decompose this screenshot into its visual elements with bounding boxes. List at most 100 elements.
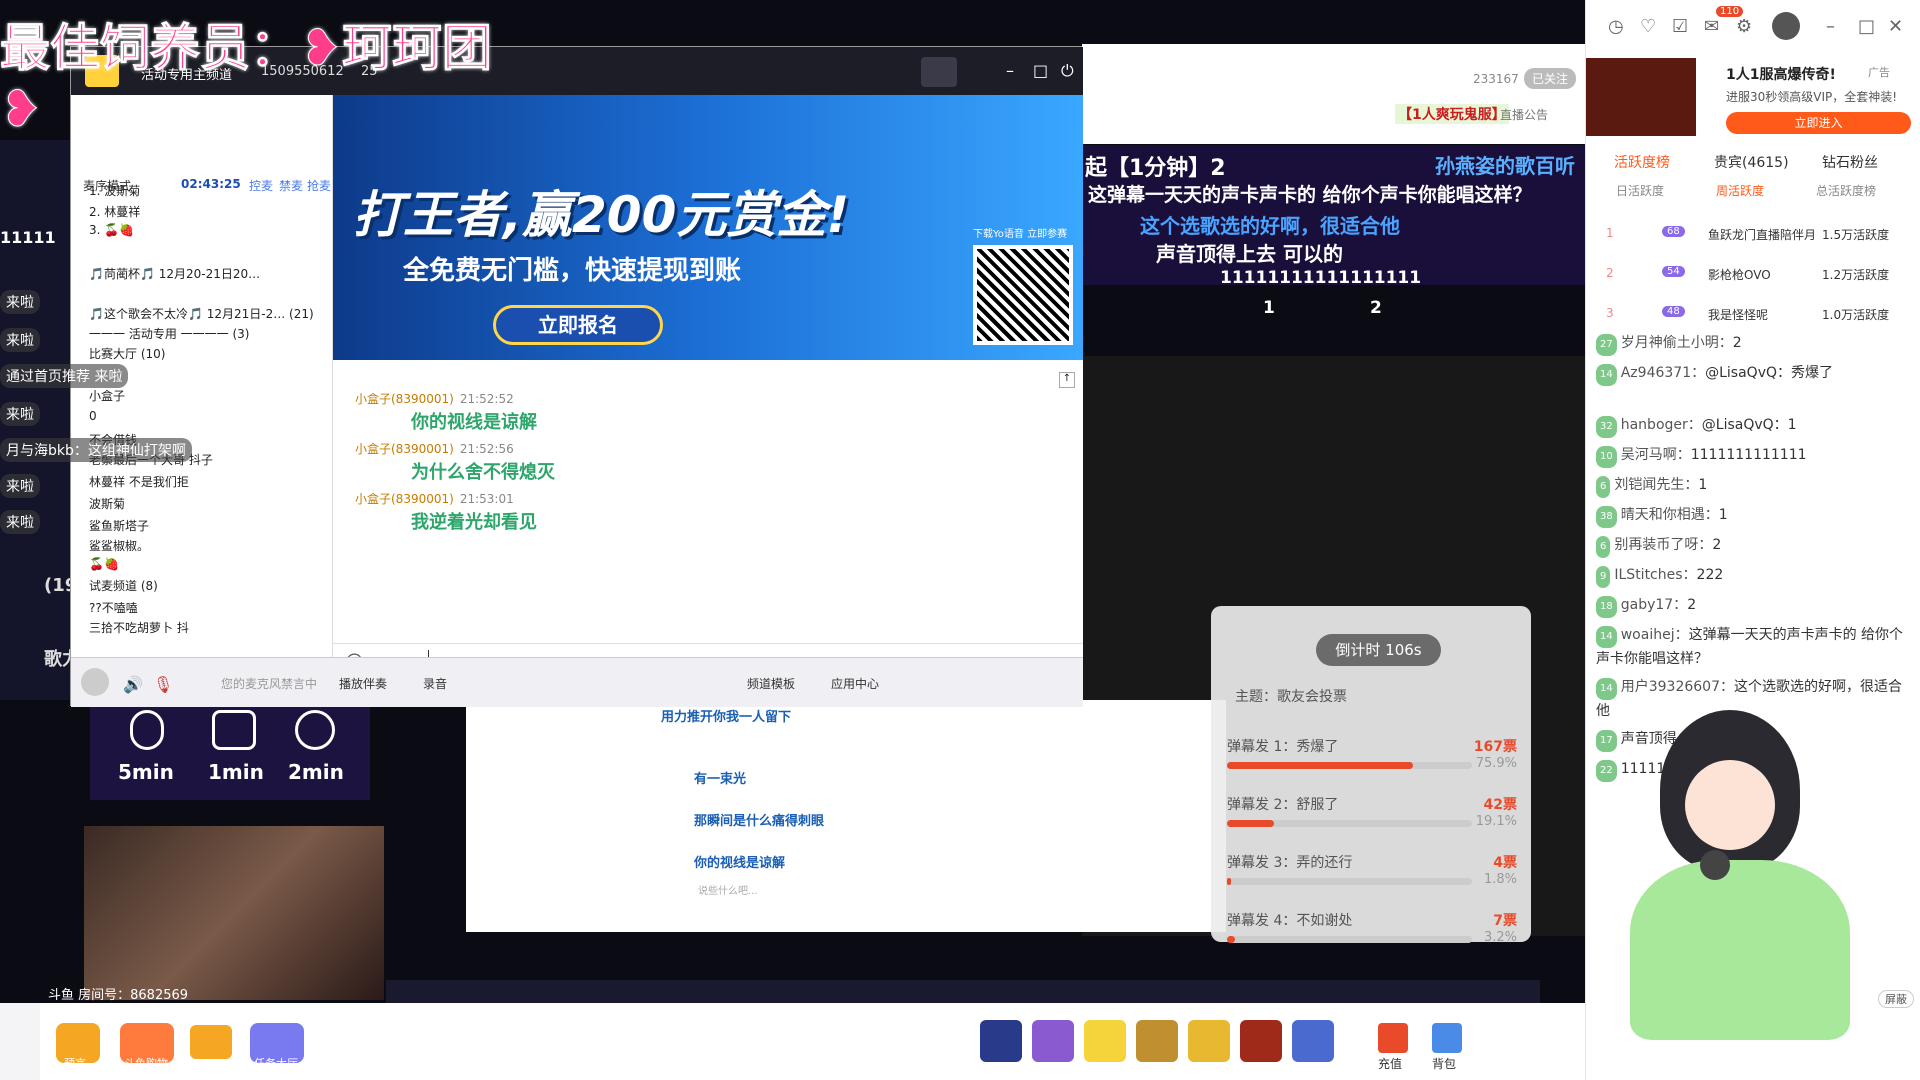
chat-message: 14 woaihej：这弹幕一天天的声卡声卡的 给你个声卡你能唱这样？ [1596,624,1914,670]
ad-image[interactable] [1586,58,1696,136]
channel-tree-item[interactable]: 鲨鲨椒椒。 [89,537,149,554]
message-icon[interactable]: ✉ [1704,16,1719,37]
chat-text: 2 [1687,597,1697,613]
message-time: 21:52:52 [459,392,514,406]
rank-row[interactable]: 1 68 鱼跃龙门直播陪伴月 1.5万活跃度 [1602,226,1902,258]
vote-option-percent: 3.2% [1483,930,1517,945]
rank-level: 48 [1662,306,1685,317]
gift-icon-3[interactable] [1084,1020,1126,1062]
backpack-label[interactable]: 背包 [1432,1055,1456,1072]
channel-tree-item[interactable]: 三拾不吃胡萝卜 抖 [89,619,189,636]
vote-option: 弹幕发 1：秀爆了 167票 75.9% [1227,736,1517,771]
tab-vip[interactable]: 贵宾(4615) [1714,152,1789,172]
tab-diamond-fans[interactable]: 钻石粉丝 [1822,152,1878,172]
mic-muted-icon[interactable]: 🎙 [153,675,173,694]
chat-text: 1111111111111 [1690,447,1807,463]
rank-number: 3 [1606,306,1614,320]
chat-nick[interactable]: woaihej： [1621,627,1689,643]
history-icon[interactable]: ◷ [1608,16,1624,37]
maximize-icon[interactable]: □ [1033,61,1048,80]
chat-message: 6 刘铠闻先生：1 [1596,474,1914,498]
scroll-top-icon[interactable]: ↑ [1059,372,1075,388]
banner-signup-button[interactable]: 立即报名 [493,305,663,345]
grab-mic-link[interactable]: 抢麦 [307,177,331,194]
message-user[interactable]: 小盒子(8390001) [355,392,454,406]
vote-option-count: 7票 [1493,913,1517,929]
gift-icon-5[interactable] [1188,1020,1230,1062]
app-center-button[interactable]: 应用中心 [831,675,879,692]
channel-tree-item[interactable]: 0 [89,409,97,423]
gift-icon-6[interactable] [1240,1020,1282,1062]
win-close-icon[interactable]: ✕ [1888,16,1903,37]
power-icon[interactable]: ⏻ [1061,61,1074,81]
mini-line-2: 有一束光 [694,772,747,787]
win-maximize-icon[interactable]: □ [1858,16,1875,37]
chat-nick[interactable]: ILStitches： [1614,567,1696,583]
red-banner-tag: 【1人爽玩鬼服】 [1395,104,1509,124]
subtab-daily[interactable]: 日活跃度 [1616,182,1664,199]
backpack-icon[interactable] [1432,1023,1462,1053]
gift-icon-2[interactable] [1032,1020,1074,1062]
channel-tree-item[interactable]: 2. 林蔓祥 [89,203,140,220]
ban-mic-link[interactable]: 禁麦 [279,177,303,194]
heart-icon[interactable]: ♡ [1640,16,1656,37]
accompany-button[interactable]: 播放伴奏 [339,675,387,692]
user-avatar[interactable] [81,668,109,696]
rank-name: 我是怪怪呢 [1708,308,1769,322]
channel-tree-item[interactable]: 1. 波斯菊 [89,182,140,199]
channel-tree-item[interactable]: 波斯菊 [89,495,125,512]
gift-icon-1[interactable] [980,1020,1022,1062]
recharge-icon[interactable] [1378,1023,1408,1053]
control-mic-link[interactable]: 控麦 [249,177,273,194]
ad-enter-button[interactable]: 立即进入 [1726,112,1911,134]
rank-row[interactable]: 2 54 影枪枪OVO 1.2万活跃度 [1602,266,1902,298]
channel-tree-item[interactable]: 小盒子 [89,387,125,404]
rank-number: 2 [1606,266,1614,280]
recharge-label[interactable]: 充值 [1378,1055,1402,1072]
follow-button[interactable]: 已关注 [1524,68,1577,89]
chat-nick[interactable]: 刘铠闻先生： [1614,477,1698,493]
channel-tree-item[interactable]: ??不嗑嗑 [89,599,138,616]
chat-nick[interactable]: gaby17： [1621,597,1687,613]
banner-headline: 打王者,赢200元赏金! [353,186,850,244]
mail-icon[interactable] [190,1025,232,1059]
banner-qr-note: 下载Yo语音 立即参赛 [973,229,1068,240]
channel-tree-item[interactable]: 🎵这个歌会不太冷🎵 12月21日-2… (21) [89,305,314,322]
settings-icon[interactable]: ⚙ [1736,16,1752,37]
channel-template-button[interactable]: 频道模板 [747,675,795,692]
home-icon[interactable] [921,57,957,87]
channel-tree-item[interactable]: 试麦频道 (8) [89,577,158,594]
chat-nick[interactable]: 别再装币了呀： [1614,537,1712,553]
user-avatar-top[interactable] [1772,12,1800,40]
chat-nick[interactable]: Az946371： [1621,365,1705,381]
minimize-icon[interactable]: – [1006,61,1014,80]
chat-nick[interactable]: 吴河马啊： [1621,447,1691,463]
subtab-weekly[interactable]: 周活跃度 [1716,182,1764,199]
channel-tree-item[interactable]: 一一一 活动专用 一一一一 (3) [89,325,249,342]
channel-tree-item[interactable]: 3. 🍒🍓 [89,223,134,237]
chat-nick[interactable]: hanboger： [1621,417,1702,433]
channel-tree-item[interactable]: 比赛大厅 (10) [89,345,165,362]
channel-tree-item[interactable]: 🎵苘蔺杯🎵 12月20-21日20… [89,265,260,282]
gift-icon-7[interactable] [1292,1020,1334,1062]
record-button[interactable]: 录音 [423,675,447,692]
ad-title[interactable]: 1人1服高爆传奇! [1726,64,1836,84]
vote-option-count: 167票 [1473,739,1517,755]
task-icon[interactable]: ☑ [1672,16,1688,37]
chat-text: 2 [1732,335,1742,351]
chat-nick[interactable]: 岁月神偷土小明： [1621,335,1733,351]
chat-text: @LisaQvQ：1 [1701,417,1797,433]
live-notice-link[interactable]: 直播公告 [1500,106,1548,123]
message-user[interactable]: 小盒子(8390001) [355,442,454,456]
message-user[interactable]: 小盒子(8390001) [355,492,454,506]
speaker-icon[interactable]: 🔊 [123,675,143,694]
gift-icon-4[interactable] [1136,1020,1178,1062]
tab-activity[interactable]: 活跃度榜 [1614,152,1670,172]
channel-tree-item[interactable]: 林蔓祥 不是我们拒 [89,473,189,490]
win-minimize-icon[interactable]: – [1826,16,1835,37]
chat-nick[interactable]: 晴天和你相遇： [1621,507,1719,523]
ad-banner[interactable]: 打王者,赢200元赏金! 全免费无门槛，快速提现到账 立即报名 下载Yo语音 立… [333,95,1083,360]
channel-tree-item[interactable]: 🍒🍓 [89,557,119,571]
channel-tree-item[interactable]: 鲨鱼斯塔子 [89,517,149,534]
subtab-total[interactable]: 总活跃度榜 [1816,182,1876,199]
